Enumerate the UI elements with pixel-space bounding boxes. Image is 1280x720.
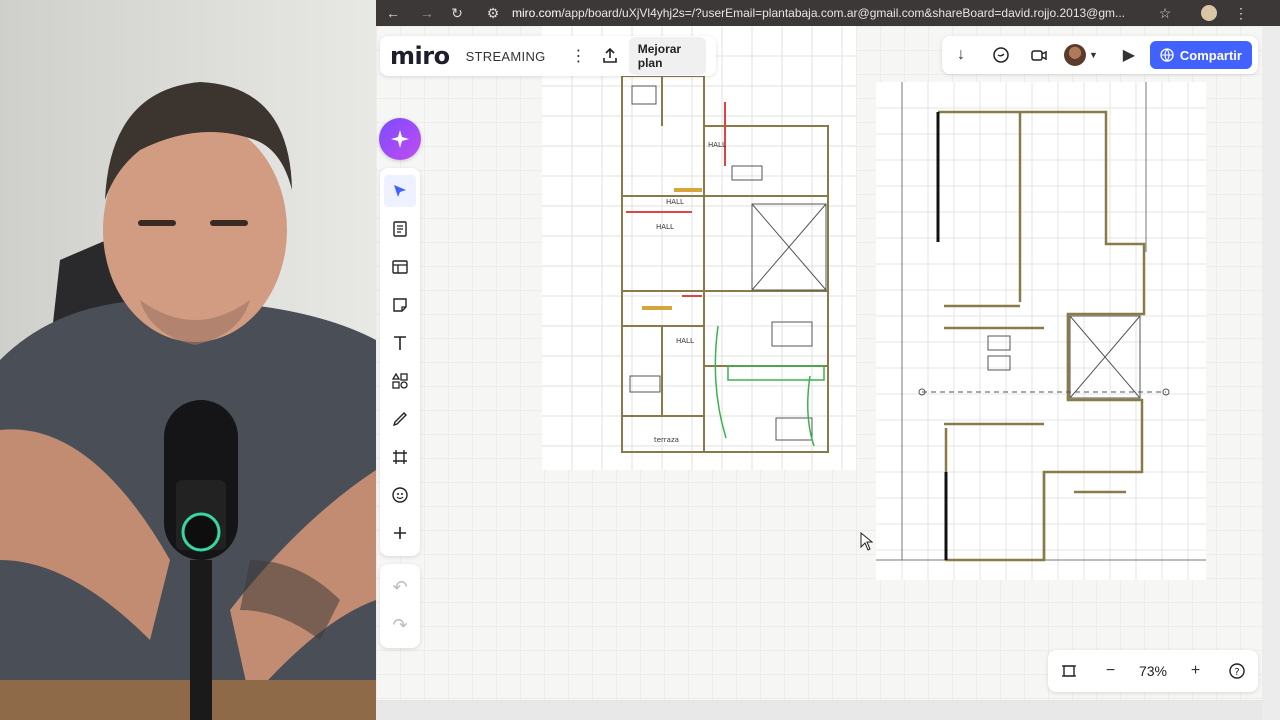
collapse-chevrons-icon[interactable]: ↓ — [948, 42, 974, 68]
left-toolbar: ↶ ↷ — [379, 118, 421, 650]
browser-bottom-edge — [376, 700, 1262, 720]
export-upload-icon[interactable] — [599, 43, 621, 69]
zoom-level[interactable]: 73% — [1139, 663, 1167, 679]
bookmark-star-icon[interactable]: ☆ — [1154, 0, 1176, 26]
browser-scrollbar-area — [1262, 26, 1280, 720]
plan-label-hall-1: HALL — [708, 141, 726, 149]
sticky-note-icon[interactable] — [384, 289, 416, 321]
collaborators-menu[interactable]: ▼ — [1063, 44, 1098, 66]
share-label: Compartir — [1179, 47, 1242, 63]
pen-icon[interactable] — [384, 403, 416, 435]
browser-toolbar: ← → ↻ ⚙ miro.com/app/board/uXjVl4yhj2s=/… — [376, 0, 1280, 26]
undo-icon[interactable]: ↶ — [384, 571, 416, 603]
floor-plan-right-drawing — [876, 82, 1206, 580]
select-arrow-icon[interactable] — [384, 175, 416, 207]
collaboration-toolbar: ↓ ▼ ▶ Compartir — [942, 36, 1258, 74]
fit-to-screen-icon[interactable] — [1056, 658, 1082, 684]
browser-menu-icon[interactable]: ⋮ — [1230, 0, 1252, 26]
miro-board[interactable]: HALL HALL HALL HALL terraza miro STREAMI… — [376, 26, 1262, 700]
plan-label-hall-4: HALL — [676, 337, 694, 345]
chevron-down-icon: ▼ — [1088, 50, 1098, 60]
svg-text:?: ? — [1234, 667, 1239, 678]
board-name[interactable]: STREAMING — [466, 49, 546, 64]
floor-plan-right[interactable] — [876, 82, 1206, 580]
profile-icon[interactable] — [1198, 0, 1220, 26]
avatar — [1063, 44, 1086, 66]
plan-label-terrace: terraza — [654, 436, 679, 444]
share-button[interactable]: Compartir — [1149, 41, 1252, 69]
plan-label-hall-3: HALL — [656, 223, 674, 231]
ai-assist-button[interactable] — [379, 118, 421, 160]
presentation-play-icon[interactable]: ▶ — [1116, 42, 1142, 68]
text-document-icon[interactable] — [384, 213, 416, 245]
zoom-in-icon[interactable]: + — [1182, 658, 1208, 684]
presenter-video — [0, 0, 376, 720]
sparkle-icon — [391, 130, 409, 148]
more-options-icon[interactable]: ⋮ — [568, 43, 590, 69]
site-info-icon[interactable]: ⚙ — [482, 0, 504, 26]
redo-icon[interactable]: ↷ — [384, 609, 416, 641]
floor-plan-left-drawing: HALL HALL HALL HALL terraza — [542, 26, 856, 470]
zoom-controls: − 73% + ? — [1048, 650, 1258, 692]
plus-icon[interactable] — [384, 517, 416, 549]
text-icon[interactable] — [384, 327, 416, 359]
shapes-icon[interactable] — [384, 365, 416, 397]
chat-icon[interactable] — [988, 42, 1014, 68]
sticker-icon[interactable] — [384, 479, 416, 511]
table-icon[interactable] — [384, 251, 416, 283]
mouse-cursor-icon — [860, 532, 874, 551]
url-host: miro.com — [512, 6, 562, 20]
help-icon[interactable]: ? — [1224, 658, 1250, 684]
zoom-out-icon[interactable]: − — [1097, 658, 1123, 684]
miro-logo[interactable]: miro — [390, 42, 450, 70]
upgrade-plan-button[interactable]: Mejorar plan — [628, 37, 706, 75]
frame-icon[interactable] — [384, 441, 416, 473]
address-bar[interactable]: miro.com/app/board/uXjVl4yhj2s=/?userEma… — [512, 6, 1142, 20]
reload-icon[interactable]: ↻ — [446, 0, 468, 26]
back-icon[interactable]: ← — [382, 0, 404, 26]
video-call-icon[interactable] — [1026, 42, 1052, 68]
webcam-feed — [0, 0, 376, 720]
globe-icon — [1160, 48, 1174, 62]
tools-group — [380, 168, 420, 556]
plan-label-hall-2: HALL — [666, 198, 684, 206]
floor-plan-left[interactable]: HALL HALL HALL HALL terraza — [542, 26, 856, 470]
url-path: /app/board/uXjVl4yhj2s=/?userEmail=plant… — [561, 6, 1126, 20]
board-header: miro STREAMING ⋮ Mejorar plan — [380, 36, 716, 76]
forward-icon[interactable]: → — [416, 0, 438, 26]
history-group: ↶ ↷ — [380, 564, 420, 648]
